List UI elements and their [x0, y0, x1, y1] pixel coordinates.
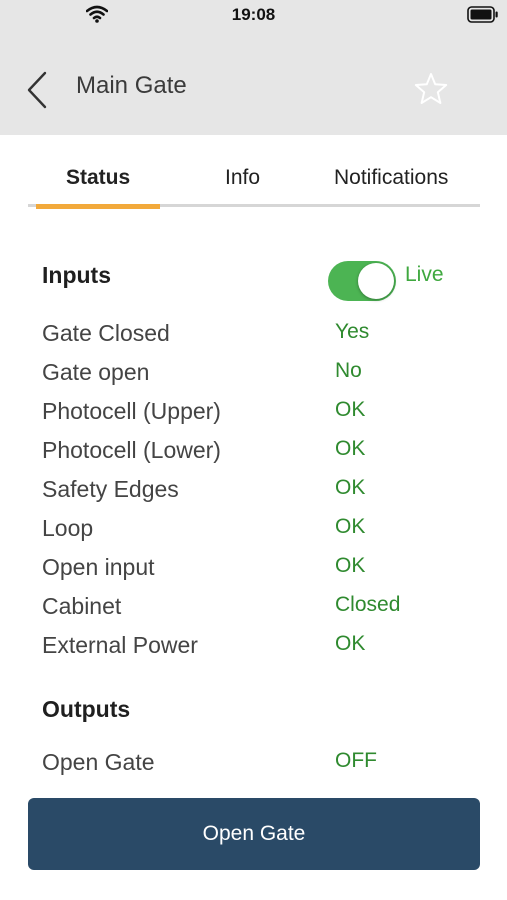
- input-row-photocell-upper: Photocell (Upper) OK: [42, 398, 482, 434]
- tab-bar: Status Info Notifications: [28, 160, 480, 209]
- nav-bar: Main Gate: [0, 30, 507, 135]
- input-value: Closed: [335, 593, 401, 616]
- input-row-open-input: Open input OK: [42, 554, 482, 590]
- input-value: Yes: [335, 320, 370, 343]
- status-time: 19:08: [231, 5, 276, 24]
- live-toggle[interactable]: [328, 261, 396, 301]
- chevron-left-icon[interactable]: [24, 70, 50, 110]
- inputs-heading: Inputs: [42, 262, 111, 288]
- input-row-loop: Loop OK: [42, 515, 482, 551]
- open-gate-button[interactable]: Open Gate: [28, 798, 480, 870]
- input-value: OK: [335, 632, 366, 655]
- live-label: Live: [405, 263, 444, 286]
- input-value: OK: [335, 554, 366, 577]
- input-row-external-power: External Power OK: [42, 632, 482, 668]
- input-row-cabinet: Cabinet Closed: [42, 593, 482, 629]
- input-label: External Power: [42, 632, 198, 658]
- output-label: Open Gate: [42, 749, 155, 775]
- input-label: Open input: [42, 554, 155, 580]
- tab-info[interactable]: Info: [225, 166, 260, 190]
- input-value: No: [335, 359, 362, 382]
- outputs-heading: Outputs: [42, 696, 131, 722]
- input-row-gate-open: Gate open No: [42, 359, 482, 395]
- status-bar: 19:08: [0, 0, 507, 30]
- input-label: Photocell (Upper): [42, 398, 221, 424]
- input-label: Gate open: [42, 359, 150, 385]
- input-row-gate-closed: Gate Closed Yes: [42, 320, 482, 356]
- input-label: Loop: [42, 515, 94, 541]
- input-label: Cabinet: [42, 593, 122, 619]
- input-label: Gate Closed: [42, 320, 170, 346]
- tab-status[interactable]: Status: [35, 166, 161, 209]
- input-row-photocell-lower: Photocell (Lower) OK: [42, 437, 482, 473]
- output-value: OFF: [335, 749, 377, 772]
- tab-notifications[interactable]: Notifications: [334, 166, 448, 190]
- input-value: OK: [335, 476, 366, 499]
- battery-icon: [467, 6, 498, 23]
- star-icon[interactable]: [414, 72, 448, 106]
- output-row-open-gate: Open Gate OFF: [42, 749, 482, 785]
- page-title: Main Gate: [76, 72, 187, 99]
- input-label: Photocell (Lower): [42, 437, 221, 463]
- live-toggle-knob: [358, 263, 394, 299]
- input-value: OK: [335, 398, 366, 421]
- input-value: OK: [335, 437, 366, 460]
- input-value: OK: [335, 515, 366, 538]
- input-label: Safety Edges: [42, 476, 179, 502]
- input-row-safety-edges: Safety Edges OK: [42, 476, 482, 512]
